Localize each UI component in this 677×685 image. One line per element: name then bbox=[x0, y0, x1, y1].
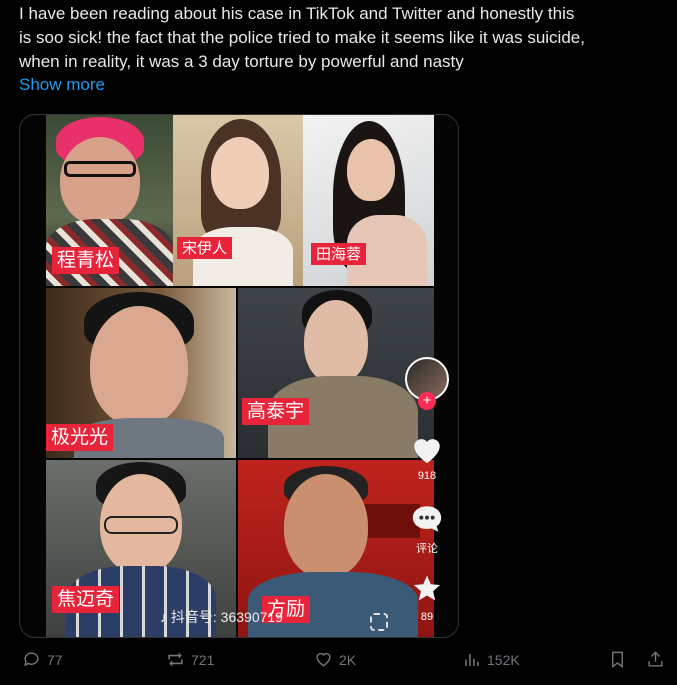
comment-bubble-icon[interactable] bbox=[410, 503, 444, 535]
views-button[interactable]: 152K bbox=[462, 650, 520, 669]
name-tag-1: 程青松 bbox=[52, 247, 120, 274]
bookmark-button[interactable] bbox=[608, 650, 627, 669]
post-action-bar: 77 721 2K 152K bbox=[0, 650, 677, 680]
name-tag-3: 田海蓉 bbox=[311, 243, 367, 265]
reply-button[interactable]: 77 bbox=[22, 650, 63, 669]
reply-icon bbox=[24, 652, 39, 667]
post-text-line-2: is soo sick! the fact that the police tr… bbox=[19, 28, 585, 47]
douyin-account-id: 抖音号: 36390719 bbox=[170, 609, 283, 625]
media-video[interactable]: 程青松 宋伊人 田海蓉 极光光 高泰宇 焦迈奇 方励 ♪ 抖音号: 363907… bbox=[19, 114, 459, 638]
repost-button[interactable]: 721 bbox=[166, 650, 214, 669]
heart-icon[interactable] bbox=[410, 433, 444, 465]
creator-avatar[interactable]: + bbox=[402, 357, 452, 410]
share-button[interactable] bbox=[646, 650, 665, 669]
share-upload-icon bbox=[648, 651, 663, 667]
post-text: I have been reading about his case in Ti… bbox=[19, 2, 669, 74]
video-favorite[interactable] bbox=[402, 573, 452, 608]
photo-cell-3: 田海蓉 bbox=[303, 115, 434, 286]
douyin-watermark: ♪ 抖音号: 36390719 bbox=[160, 607, 283, 627]
video-share-count: 89 bbox=[420, 611, 434, 623]
video-like[interactable]: 918 bbox=[402, 433, 452, 482]
photo-cell-4: 极光光 bbox=[46, 288, 236, 458]
photo-cell-2: 宋伊人 bbox=[173, 115, 303, 286]
name-tag-5: 高泰宇 bbox=[242, 398, 310, 425]
views-count: 152K bbox=[487, 651, 520, 668]
video-comment-label: 评论 bbox=[416, 543, 438, 555]
photo-cell-1: 程青松 bbox=[46, 115, 173, 286]
focus-frame-icon bbox=[370, 613, 388, 631]
star-icon[interactable] bbox=[411, 573, 443, 603]
follow-plus-icon[interactable]: + bbox=[418, 392, 436, 410]
like-button[interactable]: 2K bbox=[314, 650, 356, 669]
repost-icon bbox=[168, 652, 183, 667]
video-like-count: 918 bbox=[417, 470, 437, 482]
reply-count: 77 bbox=[47, 651, 63, 668]
name-tag-2: 宋伊人 bbox=[177, 237, 233, 259]
video-share[interactable]: 89 bbox=[402, 611, 452, 623]
bookmark-icon bbox=[612, 651, 623, 669]
heart-outline-icon bbox=[316, 652, 331, 667]
video-comment[interactable]: 评论 bbox=[402, 503, 452, 556]
analytics-bars-icon bbox=[465, 653, 479, 666]
name-tag-4: 极光光 bbox=[46, 424, 114, 451]
post-text-line-3: when in reality, it was a 3 day torture … bbox=[19, 52, 464, 71]
like-count: 2K bbox=[339, 651, 357, 668]
douyin-logo-icon: ♪ bbox=[160, 609, 167, 625]
show-more-link[interactable]: Show more bbox=[19, 75, 105, 95]
repost-count: 721 bbox=[191, 651, 215, 668]
name-tag-6: 焦迈奇 bbox=[52, 586, 120, 613]
post-text-line-1: I have been reading about his case in Ti… bbox=[19, 4, 575, 23]
